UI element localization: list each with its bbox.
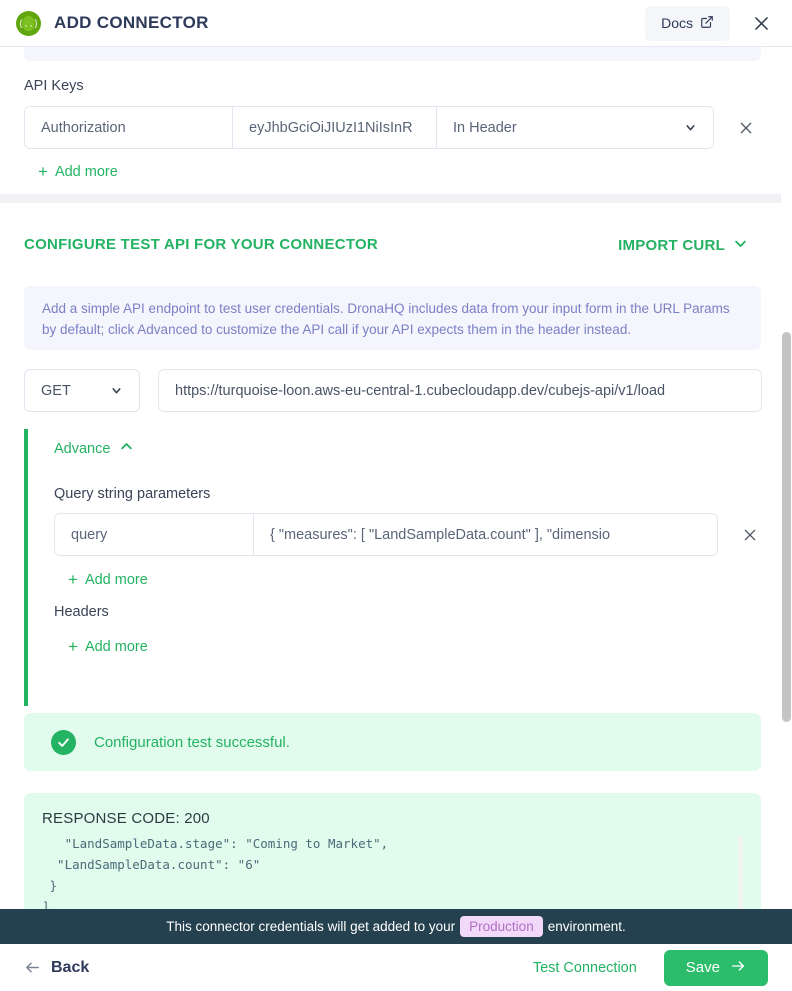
page-scrollbar-track[interactable] <box>781 47 792 919</box>
add-more-header-label: Add more <box>85 639 148 655</box>
configure-hint-box: Add a simple API endpoint to test user c… <box>24 286 761 350</box>
api-key-name-input[interactable]: Authorization <box>25 107 232 148</box>
api-key-value-input[interactable]: eyJhbGciOiJIUzI1NiIsInR <box>232 107 436 148</box>
endpoint-url-input[interactable]: https://turquoise-loon.aws-eu-central-1.… <box>158 369 762 412</box>
api-key-location-select[interactable]: In Header <box>436 107 713 148</box>
configure-hint-text: Add a simple API endpoint to test user c… <box>42 298 743 340</box>
status-badge: Production <box>460 916 543 937</box>
response-code-label: RESPONSE CODE: 200 <box>42 810 210 827</box>
plus-icon: + <box>38 163 48 180</box>
test-result-banner: Configuration test successful. <box>24 713 761 771</box>
external-link-icon <box>700 15 714 32</box>
api-keys-label: API Keys <box>24 78 84 94</box>
chevron-up-icon <box>119 439 134 458</box>
add-connector-modal: {..} ADD CONNECTOR Docs <box>0 0 792 991</box>
section-divider <box>0 194 792 203</box>
environment-notice-text: This connector credentials will get adde… <box>166 916 626 937</box>
plus-icon: + <box>68 638 78 655</box>
http-method-value: GET <box>41 383 71 399</box>
modal-footer: Back Test Connection Save <box>0 944 792 991</box>
save-button[interactable]: Save <box>664 950 768 986</box>
query-param-key-input[interactable]: query <box>55 514 253 555</box>
page-title: ADD CONNECTOR <box>54 13 209 33</box>
configure-test-api-title: CONFIGURE TEST API FOR YOUR CONNECTOR <box>24 236 378 253</box>
api-key-row: Authorization eyJhbGciOiJIUzI1NiIsInR In… <box>24 106 756 149</box>
response-body[interactable]: "LandSampleData.stage": "Coming to Marke… <box>42 833 761 919</box>
headers-label: Headers <box>54 604 109 620</box>
chevron-down-icon <box>110 384 123 397</box>
remove-query-param-icon[interactable] <box>740 525 760 545</box>
chevron-down-icon <box>733 236 748 255</box>
arrow-left-icon <box>24 959 41 976</box>
endpoint-row: GET https://turquoise-loon.aws-eu-centra… <box>24 369 762 412</box>
back-button[interactable]: Back <box>24 959 89 977</box>
advance-toggle[interactable]: Advance <box>54 439 134 458</box>
chevron-down-icon <box>684 121 697 134</box>
check-circle-icon <box>51 730 76 755</box>
query-string-parameters-label: Query string parameters <box>54 486 210 502</box>
close-icon[interactable] <box>746 8 776 38</box>
test-result-text: Configuration test successful. <box>94 734 290 751</box>
remove-api-key-icon[interactable] <box>736 118 756 138</box>
query-param-field-group: query { "measures": [ "LandSampleData.co… <box>54 513 718 556</box>
environment-notice-bar: This connector credentials will get adde… <box>0 909 792 944</box>
add-more-api-key-button[interactable]: + Add more <box>38 163 118 180</box>
save-button-label: Save <box>686 959 720 976</box>
back-button-label: Back <box>51 959 89 977</box>
modal-body: API Keys Authorization eyJhbGciOiJIUzI1N… <box>0 47 792 919</box>
page-scrollbar-thumb[interactable] <box>782 332 791 722</box>
import-curl-label: IMPORT CURL <box>618 237 725 254</box>
import-curl-button[interactable]: IMPORT CURL <box>618 236 748 255</box>
notice-prefix: This connector credentials will get adde… <box>166 919 455 934</box>
http-method-select[interactable]: GET <box>24 369 140 412</box>
query-param-value-input[interactable]: { "measures": [ "LandSampleData.count" ]… <box>253 514 717 555</box>
response-body-scrollbar[interactable] <box>738 836 743 919</box>
plus-icon: + <box>68 571 78 588</box>
svg-text:{..}: {..} <box>20 19 37 29</box>
query-param-row: query { "measures": [ "LandSampleData.co… <box>54 513 760 556</box>
add-more-api-key-label: Add more <box>55 164 118 180</box>
notice-suffix: environment. <box>548 919 626 934</box>
add-more-query-param-button[interactable]: + Add more <box>68 571 148 588</box>
modal-header: {..} ADD CONNECTOR Docs <box>0 0 792 47</box>
add-more-header-button[interactable]: + Add more <box>68 638 148 655</box>
response-box: RESPONSE CODE: 200 "LandSampleData.stage… <box>24 793 761 919</box>
docs-button-label: Docs <box>661 15 693 31</box>
api-key-field-group: Authorization eyJhbGciOiJIUzI1NiIsInR In… <box>24 106 714 149</box>
test-connection-button[interactable]: Test Connection <box>533 960 637 976</box>
advance-label: Advance <box>54 441 110 457</box>
api-key-location-value: In Header <box>453 120 517 136</box>
previous-info-box <box>24 47 761 61</box>
dronahq-logo-icon: {..} <box>16 11 41 36</box>
arrow-right-icon <box>730 958 746 978</box>
add-more-query-param-label: Add more <box>85 572 148 588</box>
docs-button[interactable]: Docs <box>645 6 730 41</box>
advance-panel: Advance Query string parameters query { … <box>24 429 761 706</box>
